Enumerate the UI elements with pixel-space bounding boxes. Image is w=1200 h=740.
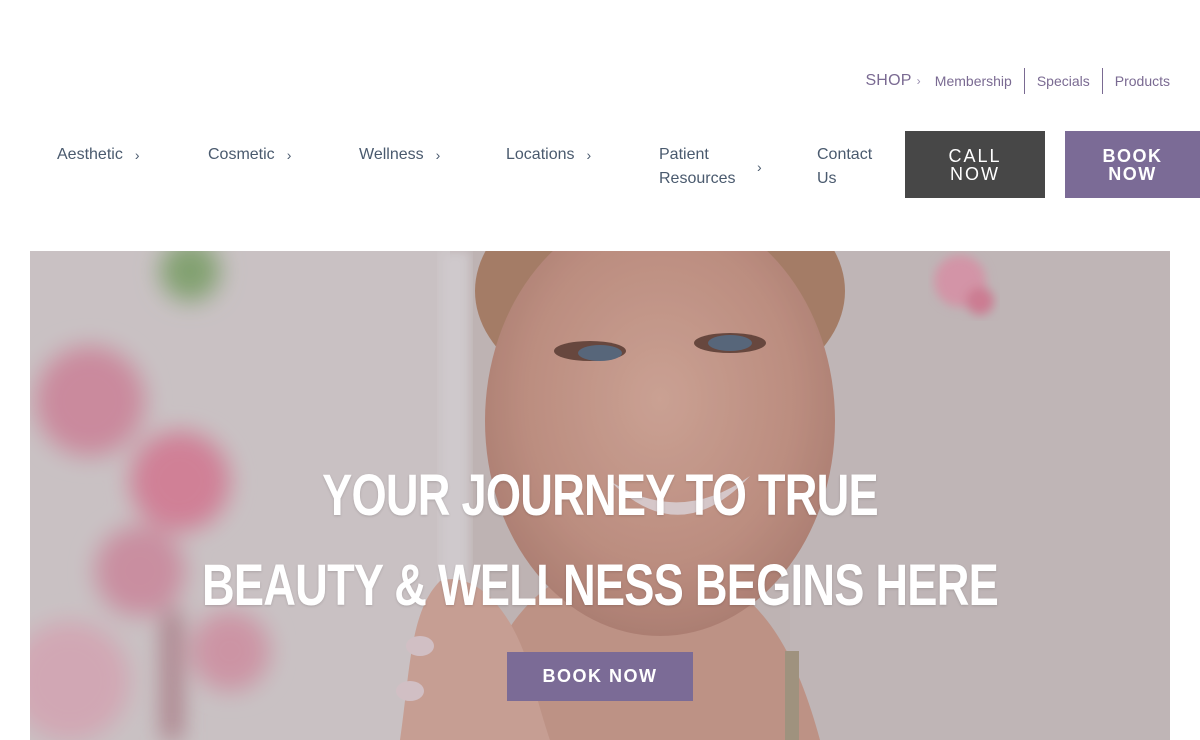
nav-item-label: Aesthetic xyxy=(57,146,123,163)
book-now-line2: NOW xyxy=(1108,163,1157,184)
book-now-button[interactable]: BOOK NOW xyxy=(1065,131,1200,198)
chevron-right-icon: › xyxy=(916,74,921,88)
hero-title: YOUR JOURNEY TO TRUE BEAUTY & WELLNESS B… xyxy=(155,451,1044,631)
nav-item-wellness[interactable]: Wellness › xyxy=(359,143,440,167)
specials-link[interactable]: Specials xyxy=(1023,68,1102,94)
products-link[interactable]: Products xyxy=(1101,68,1170,94)
call-now-line2: NOW xyxy=(950,163,1000,184)
utility-bar: SHOP › Membership Specials Products xyxy=(865,68,1170,94)
nav-item-cosmetic[interactable]: Cosmetic › xyxy=(208,143,291,167)
hero-banner: YOUR JOURNEY TO TRUE BEAUTY & WELLNESS B… xyxy=(30,251,1170,740)
chevron-right-icon: › xyxy=(586,147,592,163)
nav-item-locations[interactable]: Locations › xyxy=(506,143,591,167)
nav-item-label: Wellness xyxy=(359,146,424,163)
nav-item-label: Locations xyxy=(506,146,575,163)
chevron-right-icon: › xyxy=(435,147,441,163)
shop-link[interactable]: SHOP › xyxy=(865,72,920,90)
nav-item-label: Contact Us xyxy=(817,146,873,187)
membership-link[interactable]: Membership xyxy=(935,68,1024,94)
shop-label: SHOP xyxy=(865,72,912,89)
nav-item-label: Cosmetic xyxy=(208,146,275,163)
call-now-button[interactable]: CALL NOW xyxy=(905,131,1045,198)
nav-item-label: Patient Resources xyxy=(659,146,736,187)
hero-title-line2: BEAUTY & WELLNESS BEGINS HERE xyxy=(202,553,999,618)
book-now-line1: BOOK xyxy=(1102,145,1163,166)
chevron-right-icon: › xyxy=(757,159,762,175)
nav-item-contact-us[interactable]: Contact Us xyxy=(817,143,883,191)
call-now-line1: CALL xyxy=(948,145,1002,166)
nav-item-aesthetic[interactable]: Aesthetic › xyxy=(57,143,139,167)
nav-item-patient-resources[interactable]: Patient Resources › xyxy=(659,143,762,191)
chevron-right-icon: › xyxy=(286,147,292,163)
hero-title-line1: YOUR JOURNEY TO TRUE xyxy=(322,463,879,528)
hero-book-now-button[interactable]: BOOK NOW xyxy=(507,652,693,701)
chevron-right-icon: › xyxy=(134,147,140,163)
